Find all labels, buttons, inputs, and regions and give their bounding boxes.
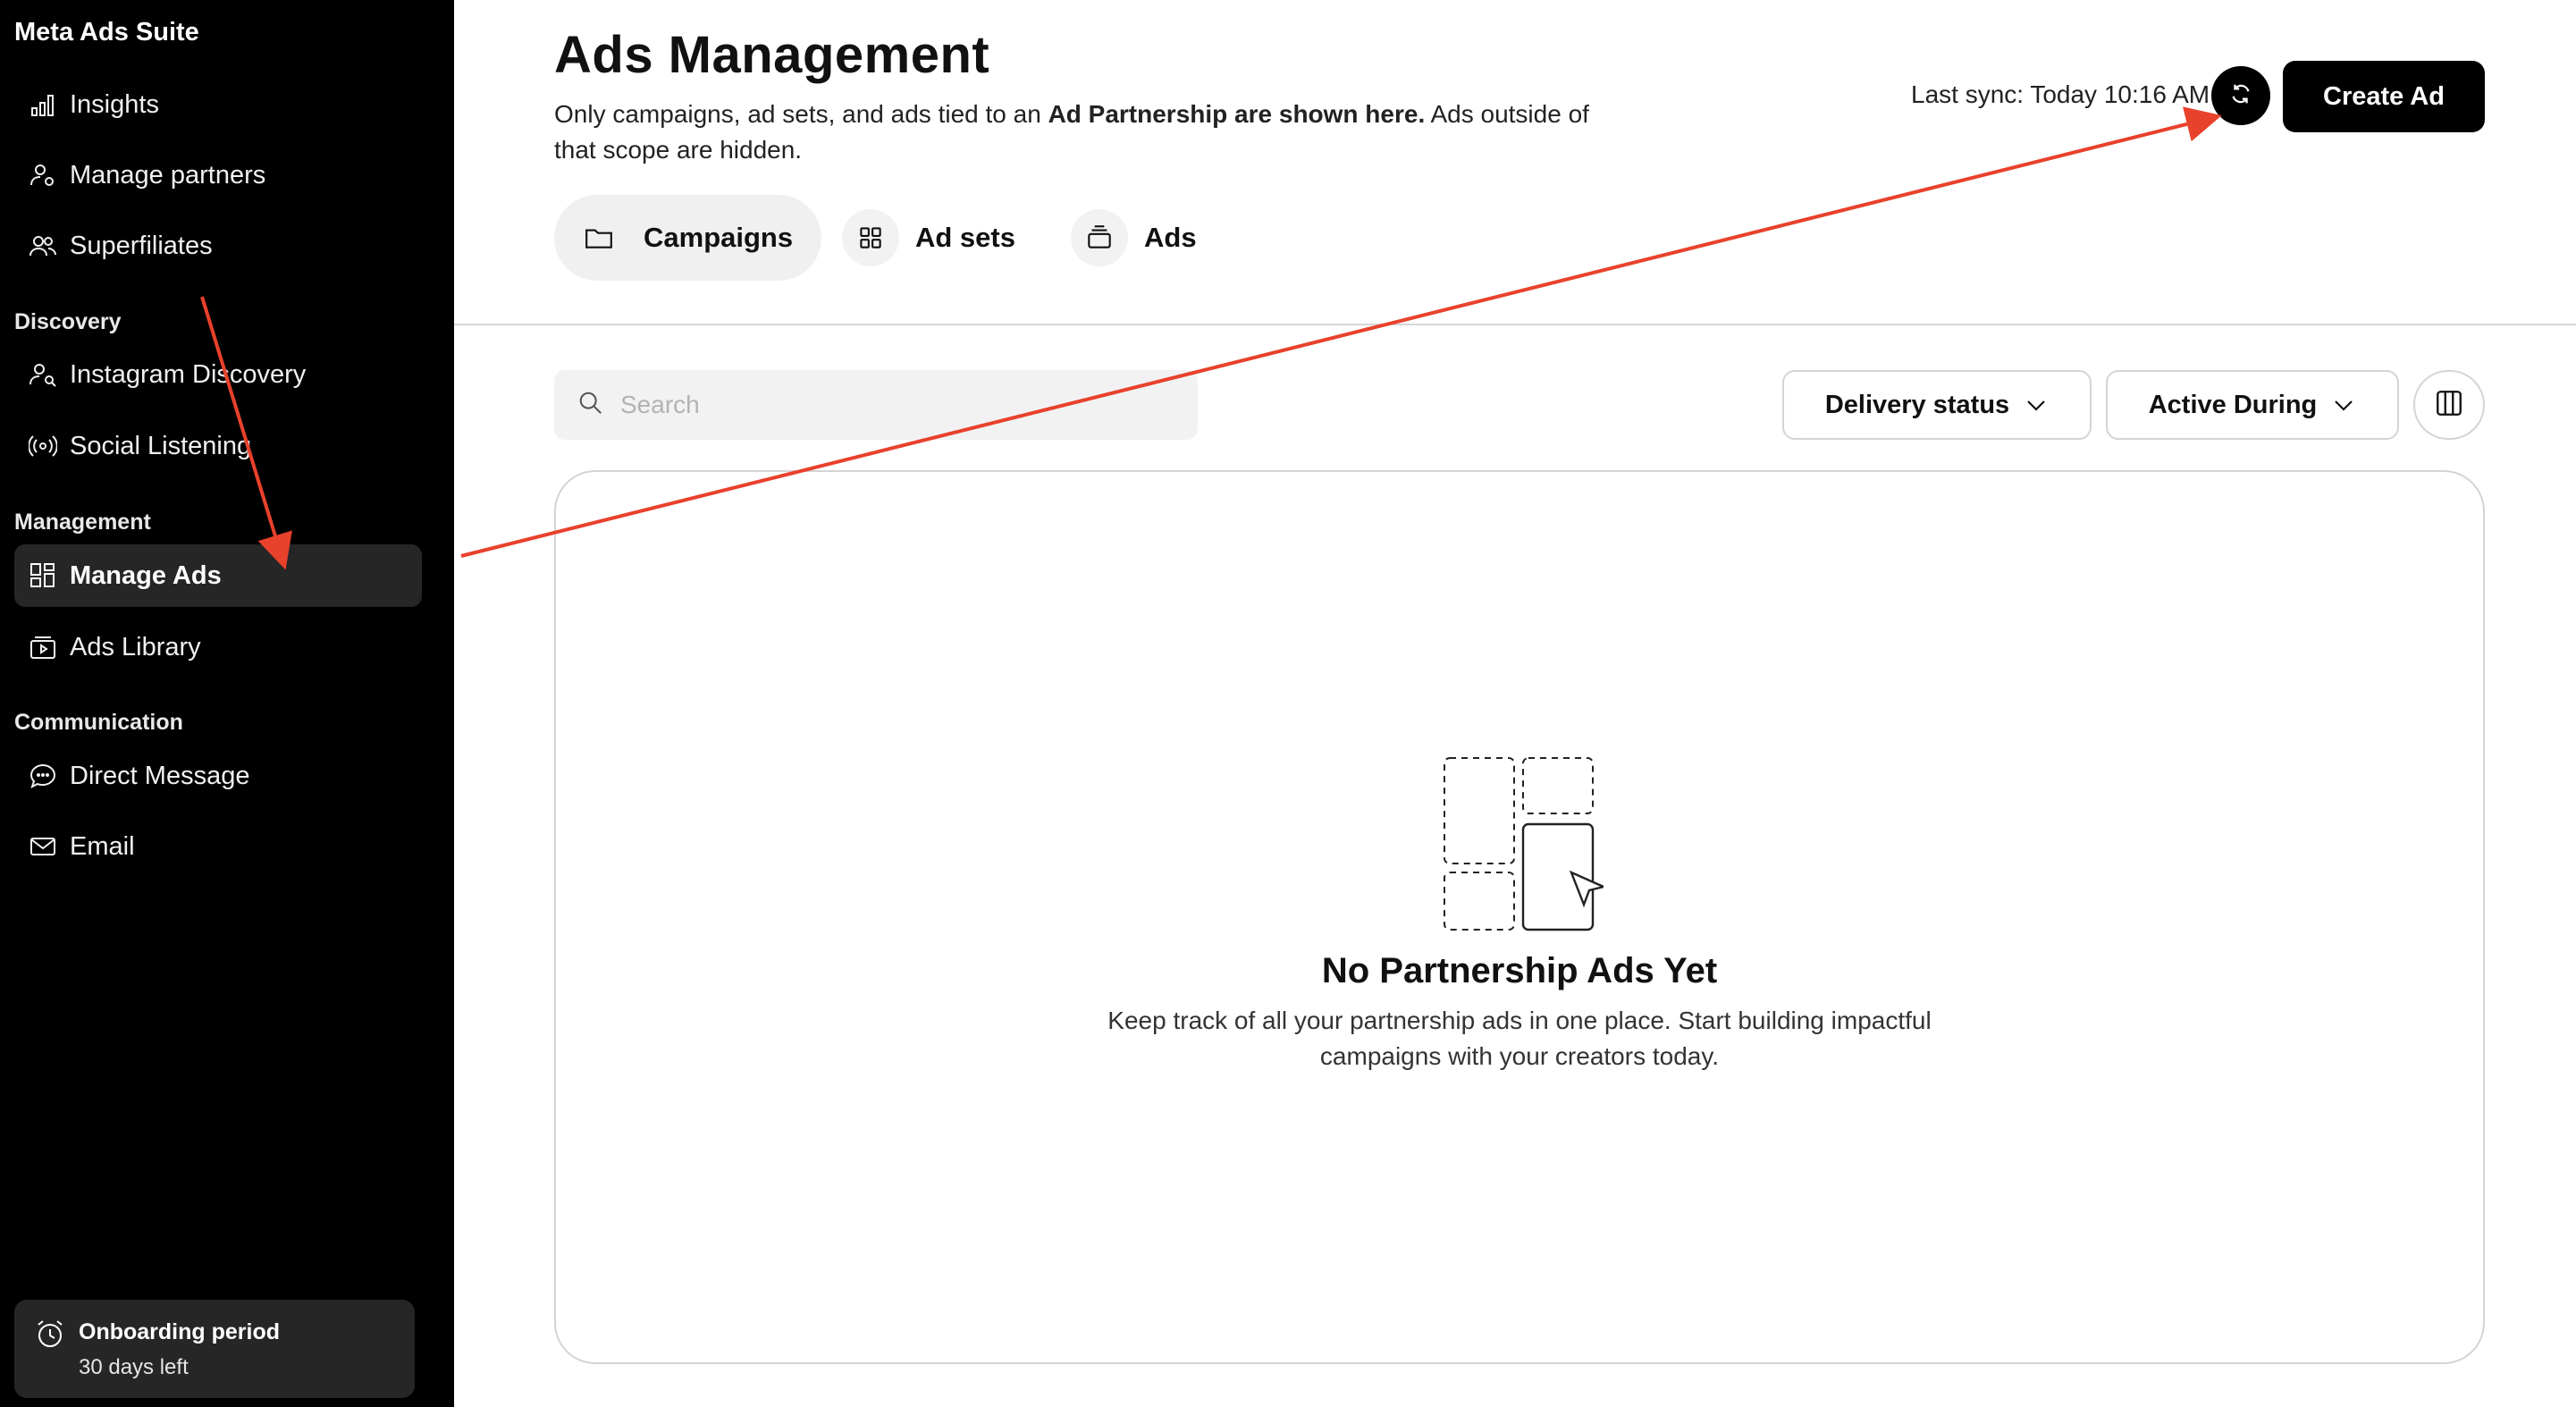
search-icon [577,390,604,421]
columns-icon [2434,388,2464,423]
description-text: Only campaigns, ad sets, and ads tied to… [554,100,1048,128]
tab-ads[interactable]: Ads [1071,195,1197,281]
page-description: Only campaigns, ad sets, and ads tied to… [554,97,1591,168]
user-gear-icon [29,161,57,190]
users-icon [29,232,57,260]
sidebar-item-social-listening[interactable]: Social Listening [14,415,422,477]
chevron-down-icon [2027,400,2045,411]
tab-ad-sets[interactable]: Ad sets [842,195,1015,281]
empty-state-illustration-icon [1443,756,1607,931]
sidebar-item-label: Ads Library [70,632,201,661]
tab-label: Campaigns [644,222,794,253]
sidebar-item-insights[interactable]: Insights [14,73,422,136]
tab-label: Ads [1144,222,1197,253]
dropdown-label: Delivery status [1824,390,2010,419]
sidebar-item-label: Instagram Discovery [70,359,307,389]
onboarding-days-left: 30 days left [79,1355,189,1379]
section-communication: Communication [14,710,183,735]
user-search-icon [29,360,57,389]
bar-chart-icon [29,90,57,119]
sidebar-item-ads-library[interactable]: Ads Library [14,616,422,678]
search-box[interactable] [554,370,1198,440]
grid-icon [29,561,57,590]
sidebar-item-label: Email [70,831,135,861]
sidebar-item-email[interactable]: Email [14,815,422,878]
refresh-icon [2227,80,2254,112]
dropdown-label: Active During [2148,390,2318,419]
empty-state-title: No Partnership Ads Yet [1321,951,1718,990]
stack-icon [1071,209,1128,266]
header-divider [454,324,2576,325]
envelope-icon [29,832,57,861]
broadcast-icon [29,432,57,460]
sync-button[interactable] [2211,66,2270,125]
sidebar-item-direct-message[interactable]: Direct Message [14,745,422,807]
sidebar-item-label: Manage Ads [70,560,222,590]
sidebar-item-superfiliates[interactable]: Superfiliates [14,215,422,277]
section-discovery: Discovery [14,309,122,334]
create-ad-button[interactable]: Create Ad [2283,61,2485,132]
page-title: Ads Management [554,26,990,84]
sidebar-item-manage-ads[interactable]: Manage Ads [14,544,422,607]
grid-icon [842,209,899,266]
folder-icon [570,209,627,266]
last-sync-label: Last sync: Today 10:16 AM [1911,80,2210,108]
sidebar-item-label: Superfiliates [70,231,213,260]
columns-button[interactable] [2413,370,2485,440]
section-management: Management [14,510,151,535]
chat-bubble-icon [29,762,57,790]
onboarding-title: Onboarding period [79,1319,280,1344]
alarm-clock-icon [34,1318,66,1350]
search-input[interactable] [620,391,1174,419]
app-root: Meta Ads Suite Insights Manage partners … [0,0,2576,1407]
sidebar: Meta Ads Suite Insights Manage partners … [0,0,454,1407]
description-bold-text: Ad Partnership are shown here. [1048,100,1426,128]
sidebar-item-manage-partners[interactable]: Manage partners [14,144,422,206]
tab-label: Ad sets [915,222,1015,253]
chevron-down-icon [2335,400,2353,411]
tab-campaigns[interactable]: Campaigns [554,195,822,281]
sidebar-item-label: Insights [70,89,159,119]
play-library-icon [29,633,57,661]
delivery-status-dropdown[interactable]: Delivery status [1782,370,2092,440]
onboarding-card[interactable]: Onboarding period 30 days left [14,1300,415,1398]
empty-state-subtitle-line: Keep track of all your partnership ads i… [1107,1007,1932,1034]
sidebar-item-label: Direct Message [70,761,250,790]
sidebar-item-label: Manage partners [70,160,266,190]
brand-title: Meta Ads Suite [14,18,199,46]
active-during-dropdown[interactable]: Active During [2106,370,2399,440]
empty-state-subtitle-line: campaigns with your creators today. [1319,1042,1720,1070]
empty-state-subtitle: Keep track of all your partnership ads i… [1028,1003,2011,1074]
sidebar-item-instagram-discovery[interactable]: Instagram Discovery [14,343,422,406]
sidebar-item-label: Social Listening [70,431,252,460]
